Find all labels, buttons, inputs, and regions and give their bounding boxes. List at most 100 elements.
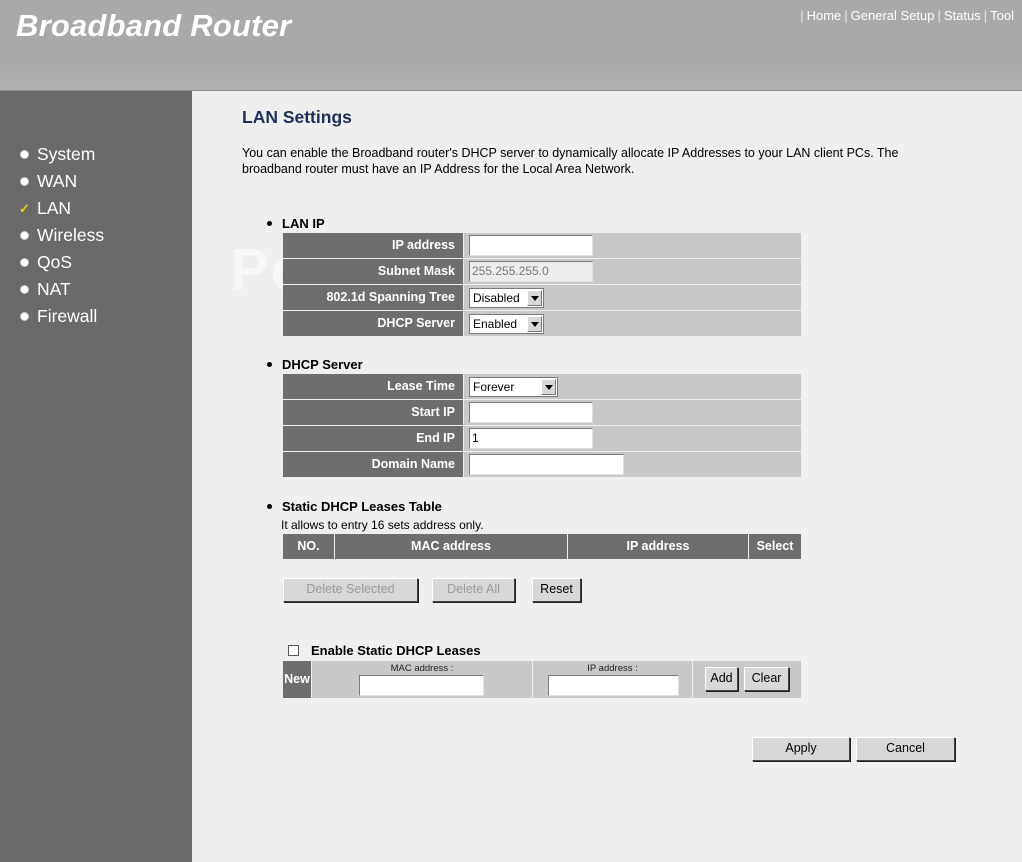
sidebar-item-wan[interactable]: WAN: [18, 168, 104, 195]
new-label: New: [283, 661, 312, 698]
sidebar-item-label: NAT: [37, 279, 71, 299]
spanning-tree-row: 802.1d Spanning Tree Disabled: [283, 285, 801, 311]
check-icon: ✓: [19, 200, 30, 216]
clear-button[interactable]: Clear: [744, 667, 789, 691]
dhcp-server-select[interactable]: Enabled: [469, 313, 544, 334]
new-lease-row: New MAC address : IP address : Add Clear: [283, 661, 801, 698]
ip-address-input[interactable]: [469, 235, 593, 256]
sidebar-item-nat[interactable]: NAT: [18, 276, 104, 303]
bullet-icon: [267, 362, 272, 367]
top-nav: | Home | General Setup | Status | Tool: [797, 8, 1014, 23]
sidebar-item-label: WAN: [37, 171, 78, 191]
cancel-button[interactable]: Cancel: [856, 737, 955, 761]
column-no: NO.: [283, 534, 335, 559]
nav-home[interactable]: Home: [807, 8, 842, 23]
dhcp-server-table: Lease Time Forever Start IP End IP 1 Dom…: [283, 374, 801, 478]
delete-all-button[interactable]: Delete All: [432, 578, 515, 602]
lan-ip-heading-text: LAN IP: [282, 216, 325, 231]
spanning-tree-label: 802.1d Spanning Tree: [283, 285, 464, 310]
header: Broadband Router | Home | General Setup …: [0, 0, 1022, 91]
chevron-down-icon: [527, 289, 542, 306]
sidebar-menu: System WAN ✓ LAN Wireless QoS NAT Firewal…: [18, 141, 104, 330]
sidebar-item-label: System: [37, 144, 96, 164]
page-title: LAN Settings: [242, 107, 352, 127]
bullet-icon: [20, 150, 29, 159]
ip-address-row: IP address: [283, 233, 801, 259]
sidebar-item-label: Firewall: [37, 306, 98, 326]
end-ip-row: End IP 1: [283, 426, 801, 452]
spanning-tree-value: Disabled: [473, 290, 520, 305]
subnet-mask-input[interactable]: 255.255.255.0: [469, 261, 593, 282]
static-table-note: It allows to entry 16 sets address only.: [281, 518, 484, 532]
start-ip-input[interactable]: [469, 402, 593, 423]
nav-separator: |: [937, 8, 941, 23]
bullet-icon: [267, 504, 272, 509]
mac-caption: MAC address :: [390, 663, 454, 674]
lease-time-select[interactable]: Forever: [469, 376, 558, 397]
chevron-down-icon: [527, 315, 542, 332]
bullet-icon: [267, 221, 272, 226]
sidebar-item-label: LAN: [37, 198, 72, 218]
nav-separator: |: [983, 8, 988, 23]
delete-selected-button[interactable]: Delete Selected: [283, 578, 418, 602]
domain-name-row: Domain Name: [283, 452, 801, 478]
domain-name-label: Domain Name: [283, 452, 464, 477]
intro-text: You can enable the Broadband router's DH…: [242, 146, 899, 176]
column-ip: IP address: [568, 534, 749, 559]
chevron-down-icon: [541, 378, 556, 395]
reset-button[interactable]: Reset: [532, 578, 581, 602]
bullet-icon: [20, 258, 29, 267]
enable-static-checkbox[interactable]: [288, 645, 299, 656]
subnet-mask-label: Subnet Mask: [283, 259, 464, 284]
lease-time-value: Forever: [473, 379, 515, 394]
dhcp-server-heading: DHCP Server: [267, 357, 363, 372]
spanning-tree-select[interactable]: Disabled: [469, 287, 544, 308]
sidebar-item-qos[interactable]: QoS: [18, 249, 104, 276]
sidebar: System WAN ✓ LAN Wireless QoS NAT Firewal…: [0, 91, 192, 862]
dhcp-server-value: Enabled: [473, 316, 518, 331]
enable-static-label: Enable Static DHCP Leases: [311, 643, 481, 658]
dhcp-server-row: DHCP Server Enabled: [283, 311, 801, 337]
new-ip-input[interactable]: [548, 675, 679, 696]
nav-tool[interactable]: Tool: [990, 8, 1014, 23]
lan-ip-table: IP address Subnet Mask 255.255.255.0 802…: [283, 233, 801, 337]
start-ip-row: Start IP: [283, 400, 801, 426]
bullet-icon: [20, 231, 29, 240]
dhcp-server-heading-text: DHCP Server: [282, 357, 363, 372]
apply-button[interactable]: Apply: [752, 737, 850, 761]
dhcp-server-label: DHCP Server: [283, 311, 464, 336]
static-table-header: NO. MAC address IP address Select: [283, 534, 801, 559]
bullet-icon: [20, 285, 29, 294]
main-content: LAN Settings You can enable the Broadban…: [192, 91, 1022, 862]
nav-general-setup[interactable]: General Setup: [851, 8, 935, 23]
sidebar-item-system[interactable]: System: [18, 141, 104, 168]
bullet-icon: [20, 177, 29, 186]
end-ip-input[interactable]: 1: [469, 428, 593, 449]
brand-title: Broadband Router: [16, 8, 292, 43]
column-select: Select: [749, 534, 801, 559]
nav-separator: |: [800, 8, 804, 23]
sidebar-item-lan[interactable]: ✓ LAN: [18, 195, 104, 222]
add-button[interactable]: Add: [705, 667, 738, 691]
ip-address-label: IP address: [283, 233, 464, 258]
sidebar-item-firewall[interactable]: Firewall: [18, 303, 104, 330]
domain-name-input[interactable]: [469, 454, 624, 475]
static-table-heading: Static DHCP Leases Table: [267, 499, 442, 514]
lease-time-row: Lease Time Forever: [283, 374, 801, 400]
nav-status[interactable]: Status: [944, 8, 981, 23]
lan-ip-heading: LAN IP: [267, 216, 325, 231]
actions-cell: Add Clear: [693, 661, 801, 698]
start-ip-label: Start IP: [283, 400, 464, 425]
enable-static-row: Enable Static DHCP Leases: [288, 643, 481, 658]
end-ip-label: End IP: [283, 426, 464, 451]
sidebar-item-label: Wireless: [37, 225, 105, 245]
bullet-icon: [20, 312, 29, 321]
sidebar-item-wireless[interactable]: Wireless: [18, 222, 104, 249]
nav-separator: |: [844, 8, 848, 23]
static-table-heading-text: Static DHCP Leases Table: [282, 499, 442, 514]
sidebar-item-label: QoS: [37, 252, 73, 272]
column-mac: MAC address: [335, 534, 568, 559]
ip-cell: IP address :: [533, 661, 693, 698]
new-mac-input[interactable]: [359, 675, 484, 696]
ip-caption: IP address :: [587, 663, 638, 674]
